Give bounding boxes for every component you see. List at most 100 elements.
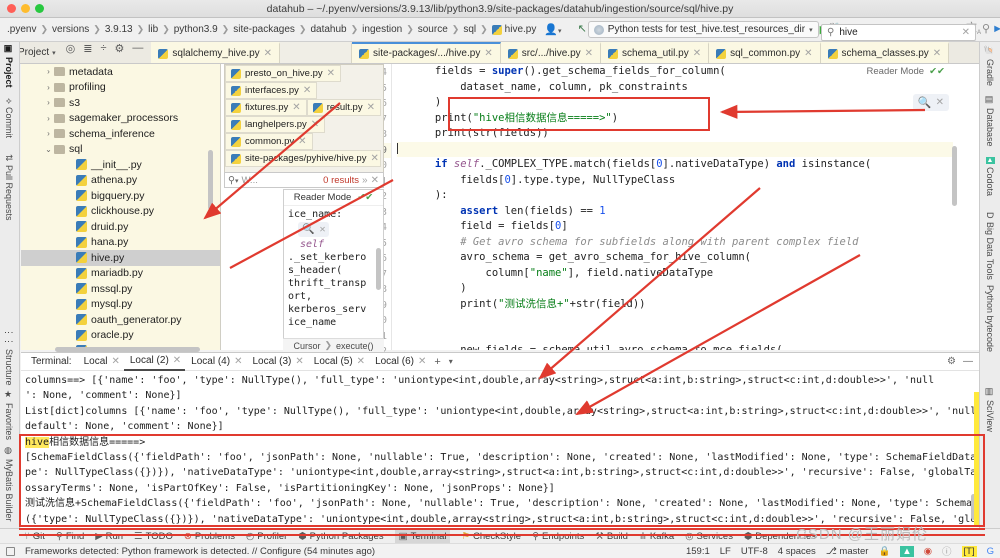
float-tab-presto-on-hive-py[interactable]: presto_on_hive.py ✕	[225, 65, 342, 82]
tree-item-sql[interactable]: ⌄ sql	[21, 142, 220, 158]
reader-float-chip[interactable]: 🔍 ✕	[298, 222, 330, 237]
breadcrumb-2[interactable]: 3.9.13	[102, 24, 136, 35]
editor-tab-src-hive[interactable]: src/.../hive.py ✕	[500, 42, 602, 63]
search-icon[interactable]: ⚲▾	[225, 175, 241, 186]
bottom-tool-terminal[interactable]: ▣ Terminal	[394, 528, 451, 544]
tree-item-athena-py[interactable]: athena.py	[21, 173, 220, 189]
chevron-right-icon[interactable]: ›	[43, 67, 54, 76]
terminal-tab-local-6[interactable]: Local (6) ✕	[369, 353, 430, 371]
bottom-tool-problems[interactable]: ⊗ Problems	[184, 531, 235, 542]
translate-status-icon[interactable]: [T]	[961, 545, 977, 557]
terminal-tab-local-5[interactable]: Local (5) ✕	[308, 353, 369, 371]
close-icon[interactable]: ✕	[295, 356, 303, 367]
code-line[interactable]: field = fields[0]	[397, 219, 953, 235]
caret-position[interactable]: 159:1	[686, 546, 710, 557]
breadcrumb-5[interactable]: site-packages	[230, 24, 298, 35]
chevron-right-icon[interactable]: ›	[43, 114, 54, 123]
float-tab-interfaces-py[interactable]: interfaces.py ✕	[225, 82, 318, 99]
code-line[interactable]: new_fields = schema_util.avro_schema_to_…	[397, 343, 953, 350]
float-breadcrumb-method[interactable]: execute()	[336, 341, 374, 351]
breadcrumb-6[interactable]: datahub	[307, 24, 349, 35]
code-line[interactable]: print("测试洗信息+"+str(field))	[397, 297, 953, 313]
editor-tab-schema-util[interactable]: schema_util.py ✕	[601, 42, 710, 63]
editor-tab-site-packages-hive[interactable]: site-packages/.../hive.py ✕	[352, 42, 501, 63]
float-tab-common-py[interactable]: common.py ✕	[225, 133, 313, 150]
close-icon[interactable]: ✕	[933, 48, 941, 59]
bottom-tool-run[interactable]: ▶ Run	[95, 531, 123, 542]
sidebar-item-structure[interactable]: ⋮⋮ Structure	[4, 328, 14, 386]
float-tab-langhelpers-py[interactable]: langhelpers.py ✕	[225, 116, 326, 133]
code-line[interactable]: if self._COMPLEX_TYPE.match(fields[0].na…	[397, 157, 953, 173]
close-icon[interactable]: ✕	[370, 153, 378, 164]
code-line[interactable]	[397, 312, 953, 328]
close-icon[interactable]: ✕	[962, 27, 970, 38]
code-line[interactable]: )	[397, 95, 953, 111]
bottom-tool-todo[interactable]: ☰ TODO	[134, 531, 173, 542]
indent-setting[interactable]: 4 spaces	[778, 546, 816, 557]
user-icon[interactable]: 👤▾	[540, 23, 565, 36]
back-arrow-icon[interactable]: ↖	[578, 24, 587, 35]
breadcrumb-9[interactable]: sql	[460, 24, 479, 35]
locate-file-icon[interactable]: ◎	[62, 42, 80, 63]
sidebar-item-pull-requests[interactable]: ⇅ Pull Requests	[4, 154, 14, 220]
find-popup[interactable]: ⚲▾ W... 0 results » ✕	[224, 172, 384, 188]
code-line[interactable]: fields[0].type.type, NullTypeClass	[397, 173, 953, 189]
float-tab-result-py[interactable]: result.py ✕	[306, 99, 381, 116]
tree-item-schema-inference[interactable]: › schema_inference	[21, 126, 220, 142]
expand-all-icon[interactable]: ≣	[79, 42, 96, 63]
close-icon[interactable]: ✕	[234, 356, 242, 367]
close-icon[interactable]: ✕	[264, 48, 272, 59]
bottom-tool-git[interactable]: ⑂ Git	[24, 531, 45, 542]
terminal-search-input[interactable]: hive	[839, 27, 857, 38]
collapse-all-icon[interactable]: ÷	[96, 42, 110, 63]
code-line[interactable]: dataset_name, column, pk_constraints	[397, 80, 953, 96]
close-icon[interactable]: ✕	[693, 48, 701, 59]
close-icon[interactable]: ✕	[292, 102, 300, 113]
sidebar-item-sciview[interactable]: ▥ SciView	[985, 387, 995, 432]
tree-item-oracle-py[interactable]: oracle.py	[21, 328, 220, 344]
gear-icon[interactable]: ⚙	[947, 356, 956, 367]
bottom-tool-python-packages[interactable]: ⬢ Python Packages	[298, 531, 383, 542]
tree-item-mariadb-py[interactable]: mariadb.py	[21, 266, 220, 282]
chevron-down-icon[interactable]: ▾	[445, 357, 457, 366]
float-tab-site-packages-pyhive-hive-py[interactable]: site-packages/pyhive/hive.py ✕	[225, 150, 381, 167]
reader-float-code[interactable]: ice_name: 🔍 ✕ self ._set_kerbero s_heade…	[284, 206, 383, 331]
tree-item-mssql-py[interactable]: mssql.py	[21, 281, 220, 297]
tree-scrollbar[interactable]	[208, 150, 213, 210]
tree-item-oauth-generator-py[interactable]: oauth_generator.py	[21, 312, 220, 328]
close-icon[interactable]: ✕	[303, 85, 311, 96]
sidebar-item-codota[interactable]: ▲ Codota	[985, 157, 995, 196]
editor-tab-sql-common[interactable]: sql_common.py ✕	[709, 42, 821, 63]
bottom-tool-find[interactable]: ⚲ Find	[56, 531, 84, 542]
code-line[interactable]: ):	[397, 188, 953, 204]
tree-item-s3[interactable]: › s3	[21, 95, 220, 111]
line-separator[interactable]: LF	[720, 546, 731, 557]
breadcrumb-4[interactable]: python3.9	[171, 24, 221, 35]
code-line[interactable]: print("hive相信数据信息=====>")	[397, 111, 953, 127]
blue-play-icon[interactable]: ►	[992, 24, 1000, 35]
sidebar-item-favorites[interactable]: ★ Favorites	[4, 390, 14, 440]
tree-item--init-py[interactable]: __init__.py	[21, 157, 220, 173]
tree-item-hana-py[interactable]: hana.py	[21, 235, 220, 251]
tree-item-sagemaker-processors[interactable]: › sagemaker_processors	[21, 111, 220, 127]
close-icon[interactable]: ✕	[484, 48, 492, 59]
editor-tab-schema-classes[interactable]: schema_classes.py ✕	[820, 42, 950, 63]
chevron-right-icon[interactable]: ›	[43, 98, 54, 107]
close-icon[interactable]: ✕	[804, 48, 812, 59]
close-icon[interactable]: ✕	[357, 356, 365, 367]
plus-icon[interactable]: +	[430, 356, 444, 368]
terminal-tab-local-4[interactable]: Local (4) ✕	[185, 353, 246, 371]
lock-icon[interactable]: 🔒	[878, 546, 890, 557]
sidebar-item-database[interactable]: ▤ Database	[985, 95, 995, 147]
bottom-tool-checkstyle[interactable]: ⚑ CheckStyle	[461, 531, 521, 542]
breadcrumb-8[interactable]: source	[415, 24, 451, 35]
bottom-tool-services[interactable]: ◎ Services	[685, 531, 733, 542]
minimize-icon[interactable]: —	[963, 356, 973, 367]
tree-item-clickhouse-py[interactable]: clickhouse.py	[21, 204, 220, 220]
run-configuration-selector[interactable]: Python tests for test_hive.test_resource…	[587, 21, 819, 38]
tree-item-druid-py[interactable]: druid.py	[21, 219, 220, 235]
code-line[interactable]: column["name"], field.nativeDataType	[397, 266, 953, 282]
code-line[interactable]: print(str(fields))	[397, 126, 953, 142]
chevron-right-icon[interactable]: »	[362, 175, 371, 186]
sidebar-item-commit[interactable]: ⟡ Commit	[4, 98, 14, 138]
